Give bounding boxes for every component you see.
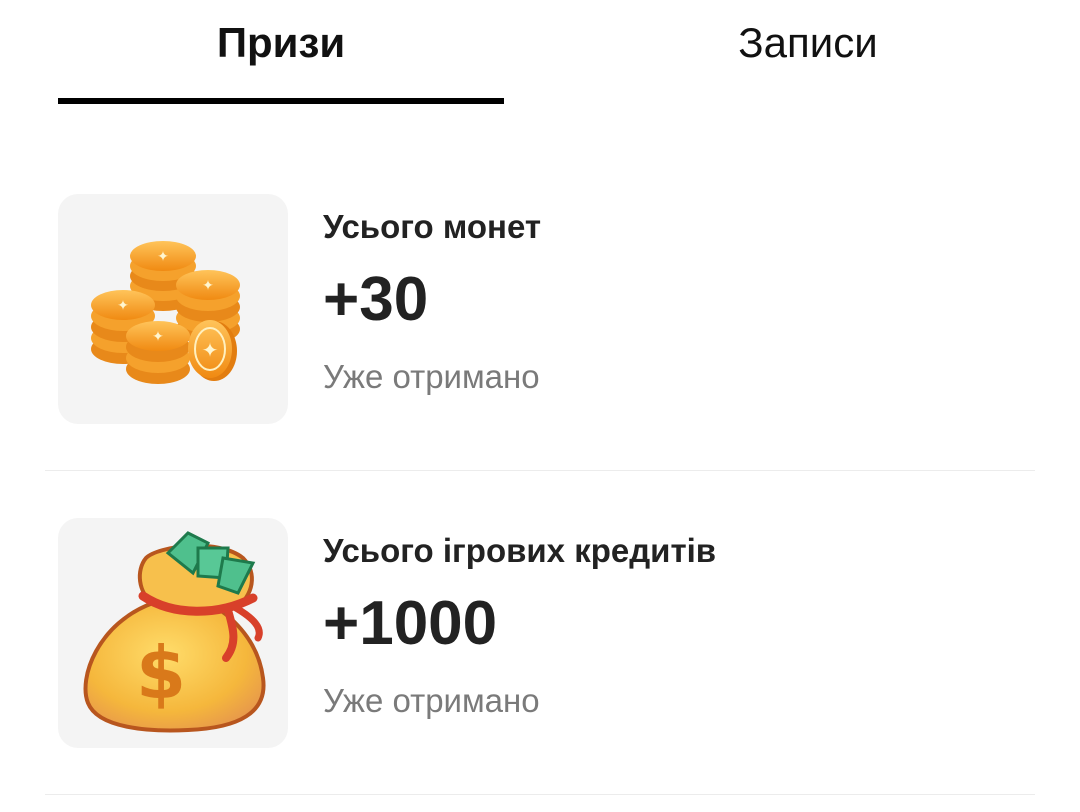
prize-info: Усього монет +30 Уже отримано — [323, 207, 541, 397]
tab-prizes[interactable]: Призи — [58, 0, 504, 104]
prize-status: Уже отримано — [323, 682, 540, 719]
gold-coins-icon: ✦ ✦ ✦ ✦ ✦ — [58, 194, 288, 424]
prize-title: Усього ігрових кредитів — [323, 532, 717, 569]
svg-text:✦: ✦ — [117, 298, 129, 314]
prize-title: Усього монет — [323, 208, 542, 245]
prize-status: Уже отримано — [323, 358, 540, 395]
tab-bar: Призи Записи — [0, 0, 1080, 104]
active-tab-indicator — [58, 98, 504, 104]
svg-text:✦: ✦ — [152, 329, 164, 345]
tab-records-label: Записи — [738, 19, 878, 66]
prize-amount: +30 — [323, 265, 429, 334]
prize-item-coins: ✦ ✦ ✦ ✦ ✦ Усього монет +30 Уже отримано — [45, 147, 1035, 471]
svg-text:✦: ✦ — [202, 338, 219, 362]
tab-prizes-label: Призи — [216, 19, 346, 66]
prize-amount: +1000 — [323, 589, 498, 658]
money-bag-icon: $ — [58, 518, 288, 748]
prize-info: Усього ігрових кредитів +1000 Уже отрима… — [323, 531, 716, 721]
svg-text:✦: ✦ — [157, 249, 169, 265]
prize-item-credits: $ Усього ігрових кредитів +1000 Уже отри… — [45, 471, 1035, 795]
tab-records[interactable]: Записи — [585, 0, 1031, 104]
svg-text:$: $ — [136, 631, 186, 715]
svg-text:✦: ✦ — [202, 278, 214, 294]
prize-list: ✦ ✦ ✦ ✦ ✦ Усього монет +30 Уже отримано … — [45, 147, 1035, 795]
